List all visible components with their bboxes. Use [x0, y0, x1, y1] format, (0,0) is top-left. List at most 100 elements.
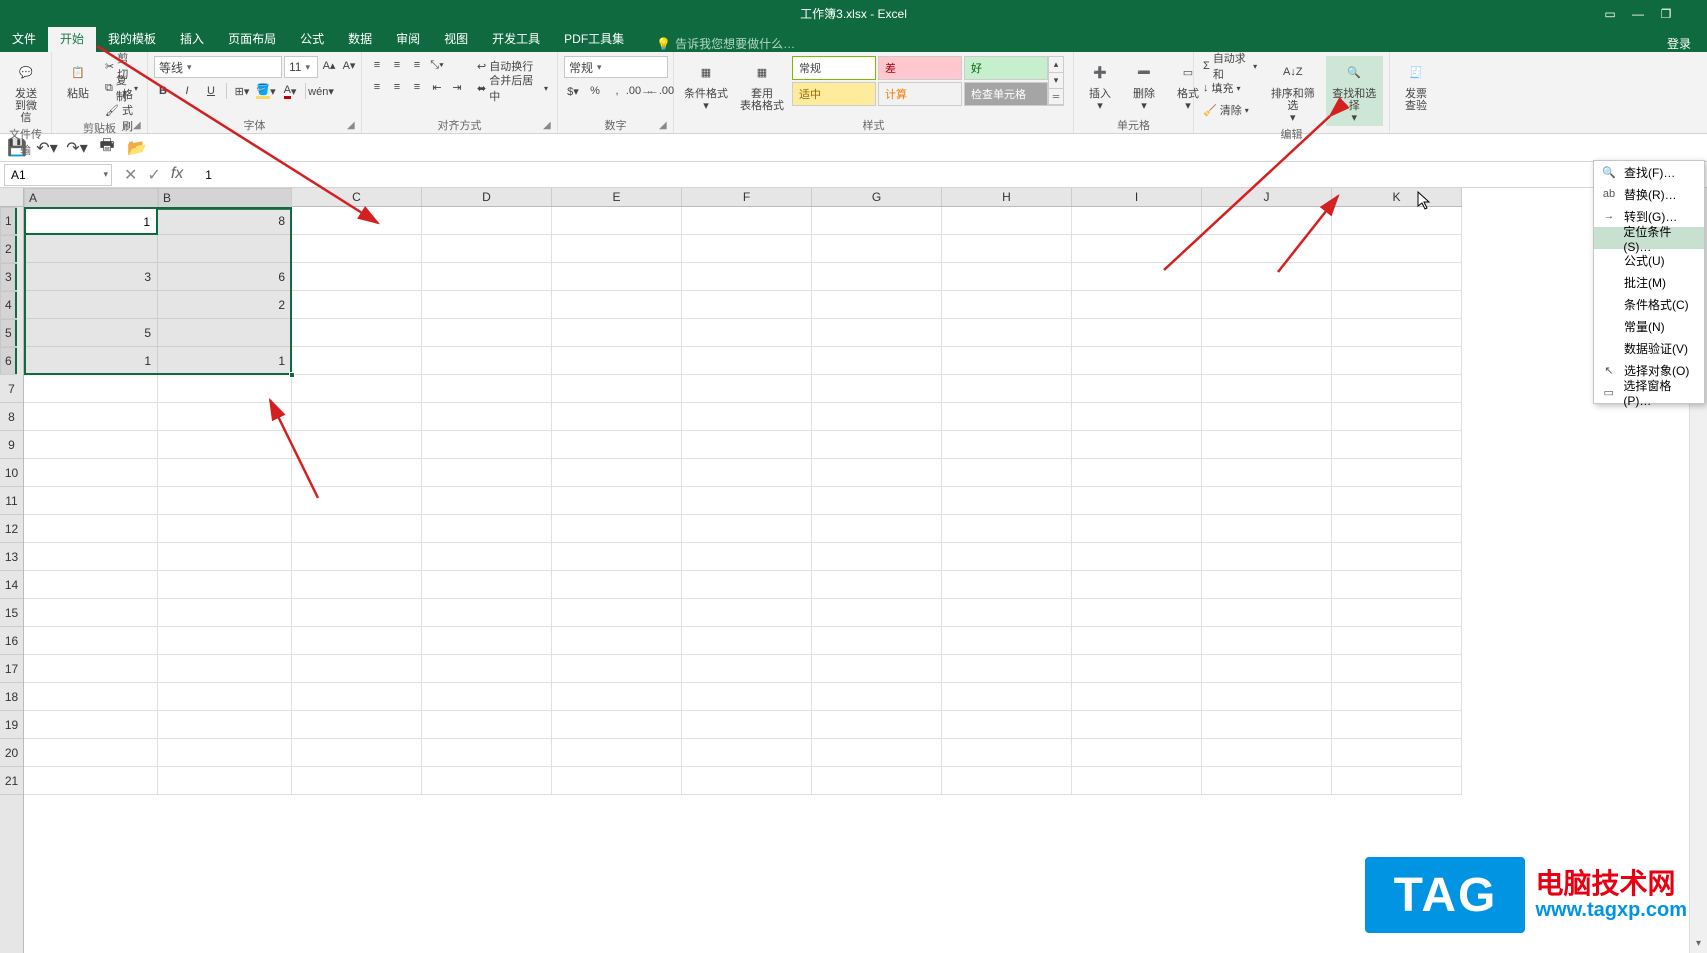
cell-E17[interactable]	[552, 655, 682, 683]
cell-E4[interactable]	[552, 291, 682, 319]
tab-developer[interactable]: 开发工具	[480, 25, 552, 52]
cell-E8[interactable]	[552, 403, 682, 431]
alignment-launcher[interactable]: ◢	[543, 120, 555, 132]
cell-C19[interactable]	[292, 711, 422, 739]
underline-button[interactable]: U	[202, 82, 220, 100]
cell-E3[interactable]	[552, 263, 682, 291]
cell-G9[interactable]	[812, 431, 942, 459]
cell-C6[interactable]	[292, 347, 422, 375]
cell-J3[interactable]	[1202, 263, 1332, 291]
cell-G19[interactable]	[812, 711, 942, 739]
paste-button[interactable]: 📋 粘贴	[58, 56, 98, 102]
cell-J13[interactable]	[1202, 543, 1332, 571]
row-header-19[interactable]: 19	[0, 711, 23, 739]
cell-K17[interactable]	[1332, 655, 1462, 683]
align-middle-button[interactable]: ≡	[388, 56, 406, 74]
tab-templates[interactable]: 我的模板	[96, 25, 168, 52]
cell-B8[interactable]	[158, 403, 292, 431]
minimize-icon[interactable]: —	[1631, 7, 1645, 21]
cell-E5[interactable]	[552, 319, 682, 347]
row-header-2[interactable]: 2	[0, 235, 17, 263]
qat-print-button[interactable]: 🖶	[98, 139, 116, 157]
cell-A15[interactable]	[24, 599, 158, 627]
cell-D9[interactable]	[422, 431, 552, 459]
cell-K16[interactable]	[1332, 627, 1462, 655]
cell-D10[interactable]	[422, 459, 552, 487]
row-header-13[interactable]: 13	[0, 543, 23, 571]
cell-B16[interactable]	[158, 627, 292, 655]
cell-F9[interactable]	[682, 431, 812, 459]
cell-J20[interactable]	[1202, 739, 1332, 767]
cell-H17[interactable]	[942, 655, 1072, 683]
row-header-12[interactable]: 12	[0, 515, 23, 543]
cell-A7[interactable]	[24, 375, 158, 403]
cell-G4[interactable]	[812, 291, 942, 319]
cell-J15[interactable]	[1202, 599, 1332, 627]
cell-D17[interactable]	[422, 655, 552, 683]
cell-I11[interactable]	[1072, 487, 1202, 515]
cell-B3[interactable]: 6	[158, 263, 292, 291]
cell-G2[interactable]	[812, 235, 942, 263]
cell-styles-gallery[interactable]: 常规 差 好 适中 计算 检查单元格	[792, 56, 1048, 106]
cell-C13[interactable]	[292, 543, 422, 571]
font-launcher[interactable]: ◢	[347, 120, 359, 132]
row-header-9[interactable]: 9	[0, 431, 23, 459]
cell-H5[interactable]	[942, 319, 1072, 347]
cell-C1[interactable]	[292, 207, 422, 235]
conditional-format-button[interactable]: ▦ 条件格式▾	[680, 56, 732, 114]
style-scroll-up[interactable]: ▴	[1049, 57, 1063, 73]
menu-cond-format[interactable]: 条件格式(C)	[1594, 293, 1704, 315]
cell-H4[interactable]	[942, 291, 1072, 319]
cell-I9[interactable]	[1072, 431, 1202, 459]
cell-E14[interactable]	[552, 571, 682, 599]
cell-K10[interactable]	[1332, 459, 1462, 487]
cell-C15[interactable]	[292, 599, 422, 627]
cell-G3[interactable]	[812, 263, 942, 291]
cell-I6[interactable]	[1072, 347, 1202, 375]
align-center-button[interactable]: ≡	[388, 78, 406, 96]
row-header-21[interactable]: 21	[0, 767, 23, 795]
cell-J12[interactable]	[1202, 515, 1332, 543]
cell-D15[interactable]	[422, 599, 552, 627]
cell-B2[interactable]	[158, 235, 292, 263]
cell-A10[interactable]	[24, 459, 158, 487]
cell-B11[interactable]	[158, 487, 292, 515]
cell-E2[interactable]	[552, 235, 682, 263]
row-header-20[interactable]: 20	[0, 739, 23, 767]
qat-redo-button[interactable]: ↷▾	[68, 139, 86, 157]
cell-E13[interactable]	[552, 543, 682, 571]
border-button[interactable]: ⊞▾	[233, 82, 251, 100]
cell-D13[interactable]	[422, 543, 552, 571]
cell-A3[interactable]: 3	[24, 263, 158, 291]
cell-I3[interactable]	[1072, 263, 1202, 291]
cell-A13[interactable]	[24, 543, 158, 571]
cell-F3[interactable]	[682, 263, 812, 291]
fill-color-button[interactable]: 🪣▾	[257, 82, 275, 100]
fill-button[interactable]: ↓填充▾	[1200, 78, 1260, 98]
style-check[interactable]: 检查单元格	[964, 82, 1048, 106]
cell-K6[interactable]	[1332, 347, 1462, 375]
row-header-8[interactable]: 8	[0, 403, 23, 431]
cell-K11[interactable]	[1332, 487, 1462, 515]
column-header-H[interactable]: H	[942, 188, 1072, 206]
cell-B10[interactable]	[158, 459, 292, 487]
tab-data[interactable]: 数据	[336, 25, 384, 52]
cell-F4[interactable]	[682, 291, 812, 319]
cell-E18[interactable]	[552, 683, 682, 711]
cell-J17[interactable]	[1202, 655, 1332, 683]
cell-J11[interactable]	[1202, 487, 1332, 515]
cell-I20[interactable]	[1072, 739, 1202, 767]
row-header-15[interactable]: 15	[0, 599, 23, 627]
cell-K7[interactable]	[1332, 375, 1462, 403]
decrease-indent-button[interactable]: ⇤	[428, 78, 446, 96]
cell-B7[interactable]	[158, 375, 292, 403]
row-header-14[interactable]: 14	[0, 571, 23, 599]
cell-J8[interactable]	[1202, 403, 1332, 431]
cell-I2[interactable]	[1072, 235, 1202, 263]
cell-D2[interactable]	[422, 235, 552, 263]
column-headers[interactable]: ABCDEFGHIJK	[24, 188, 1462, 207]
cell-B18[interactable]	[158, 683, 292, 711]
cell-B14[interactable]	[158, 571, 292, 599]
cell-B20[interactable]	[158, 739, 292, 767]
phonetic-button[interactable]: wén▾	[312, 82, 330, 100]
